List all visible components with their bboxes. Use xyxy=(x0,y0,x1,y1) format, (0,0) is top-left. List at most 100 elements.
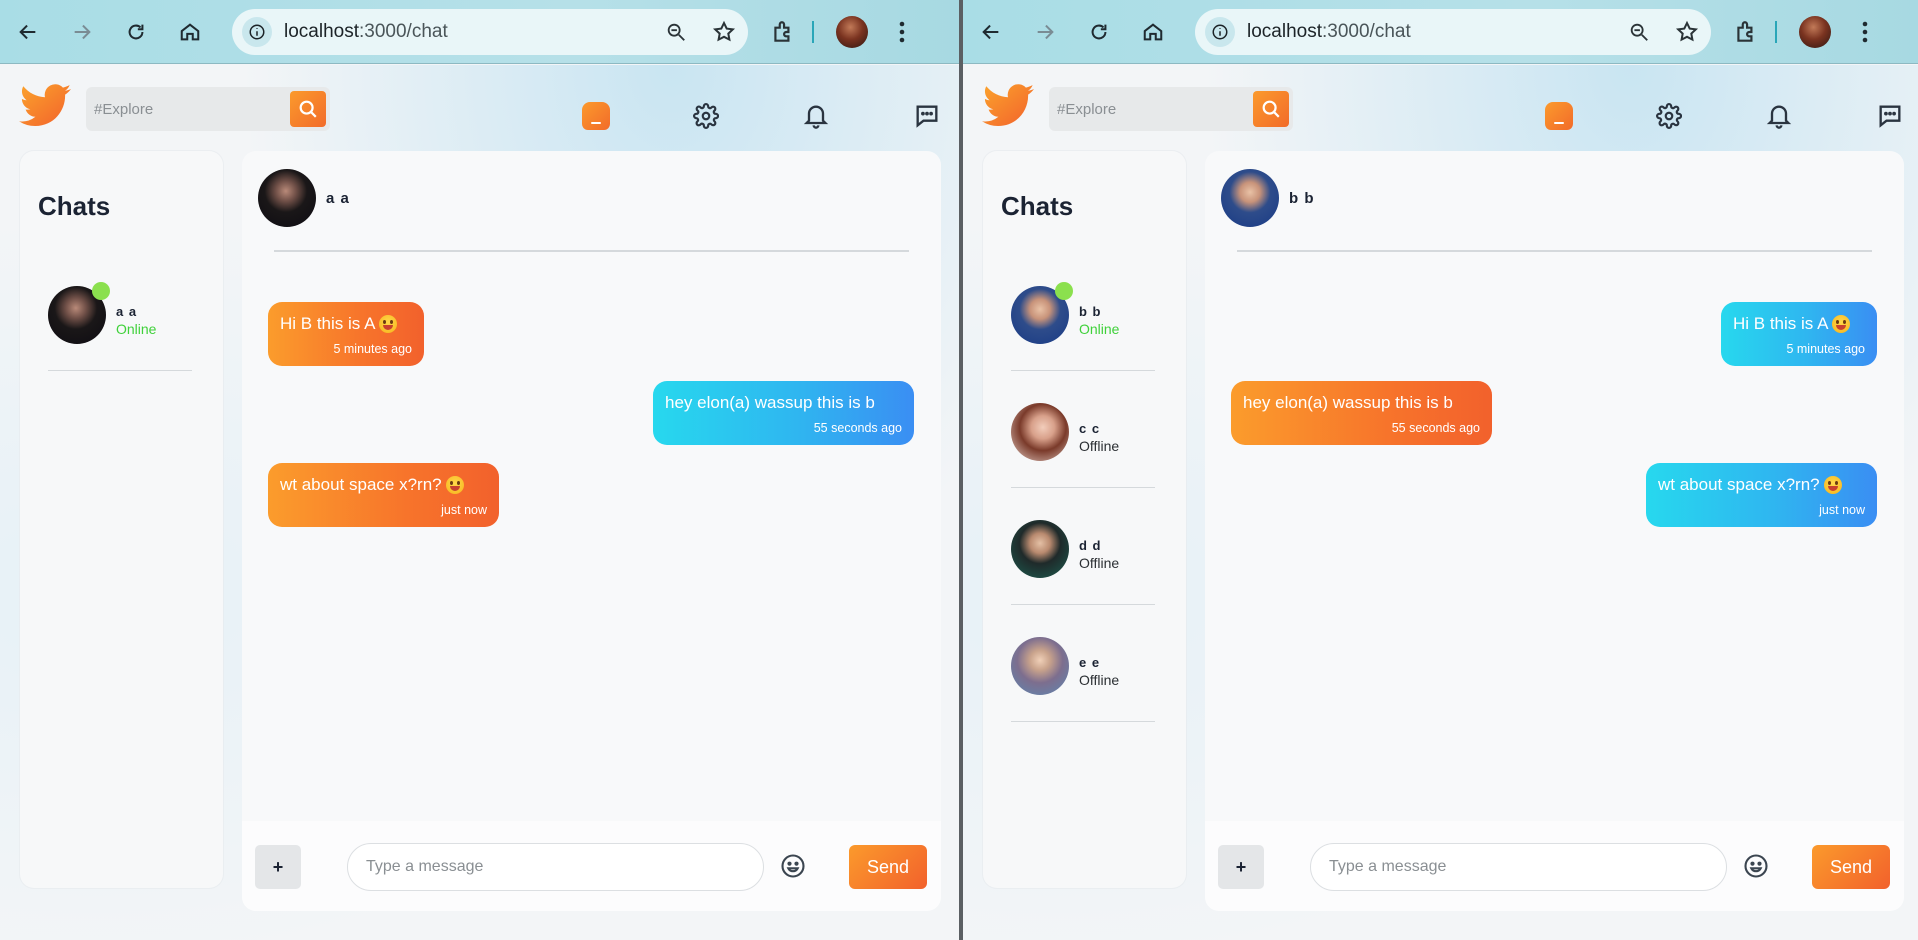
contact-item-a[interactable]: a a Online xyxy=(48,254,192,371)
grinning-emoji-icon xyxy=(445,476,464,494)
avatar xyxy=(1011,637,1069,695)
home-nav-icon[interactable] xyxy=(1543,100,1575,132)
contact-status: Offline xyxy=(1079,438,1120,454)
online-indicator xyxy=(92,282,110,300)
message-time: 55 seconds ago xyxy=(813,421,902,435)
twitter-logo-icon[interactable] xyxy=(981,83,1035,131)
search-button[interactable] xyxy=(290,91,326,127)
grinning-emoji-icon xyxy=(379,315,398,333)
extensions-icon[interactable] xyxy=(1731,17,1761,47)
toolbar-separator xyxy=(1775,20,1777,43)
contact-name: c c xyxy=(1079,421,1101,436)
header-divider xyxy=(274,250,909,252)
explore-search[interactable]: #Explore xyxy=(86,87,330,131)
site-info-icon[interactable] xyxy=(1205,16,1235,47)
grinning-emoji-icon xyxy=(1823,476,1842,494)
message-input[interactable]: Type a message xyxy=(347,843,764,891)
extensions-icon[interactable] xyxy=(768,17,798,47)
messages-icon[interactable] xyxy=(1874,100,1906,132)
browser-menu-icon[interactable] xyxy=(1855,21,1875,43)
message-bubble: wt about space x?rn? just now xyxy=(1646,463,1877,527)
address-bar[interactable]: localhost:3000/chat xyxy=(232,8,748,55)
back-icon[interactable] xyxy=(10,14,46,50)
message-bubble: Hi B this is A 5 minutes ago xyxy=(1721,302,1877,366)
screen: localhost:3000/chat #Explore Chats a a O… xyxy=(0,0,1918,940)
profile-avatar[interactable] xyxy=(1799,15,1831,48)
message-bubble: hey elon(a) wassup this is b 55 seconds … xyxy=(653,381,914,445)
chat-header-name: a a xyxy=(326,190,350,207)
home-icon[interactable] xyxy=(172,14,208,50)
chat-app: #Explore Chats a a Online a a Hi B this … xyxy=(0,65,959,940)
message-bubble: wt about space x?rn? just now xyxy=(268,463,499,527)
url-text[interactable]: localhost:3000/chat xyxy=(1247,21,1605,43)
twitter-logo-icon[interactable] xyxy=(18,83,72,131)
forward-icon[interactable] xyxy=(64,14,100,50)
chats-sidebar: Chats b b Online c c Offline d d Offline xyxy=(983,151,1186,888)
message-input[interactable]: Type a message xyxy=(1310,843,1727,891)
browser-window-left: localhost:3000/chat #Explore Chats a a O… xyxy=(0,0,959,940)
message-time: just now xyxy=(1819,503,1865,517)
zoom-icon[interactable] xyxy=(662,18,690,46)
send-button[interactable]: Send xyxy=(1812,845,1890,889)
contact-item-c[interactable]: c c Offline xyxy=(1011,371,1155,488)
app-topbar: #Explore xyxy=(963,65,1918,151)
explore-search[interactable]: #Explore xyxy=(1049,87,1293,131)
avatar xyxy=(1011,403,1069,461)
search-placeholder[interactable]: #Explore xyxy=(86,101,290,118)
bookmark-star-icon[interactable] xyxy=(710,18,738,46)
message-text: Hi B this is A xyxy=(280,314,376,333)
chat-panel: a a Hi B this is A 5 minutes ago hey elo… xyxy=(242,151,941,911)
settings-gear-icon[interactable] xyxy=(1653,100,1685,132)
emoji-picker-icon[interactable] xyxy=(778,851,808,881)
attach-button[interactable]: + xyxy=(255,845,301,889)
contact-name: b b xyxy=(1079,304,1102,319)
app-topbar: #Explore xyxy=(0,65,959,151)
bookmark-star-icon[interactable] xyxy=(1673,18,1701,46)
notification-bell-icon[interactable] xyxy=(800,100,832,132)
online-indicator xyxy=(1055,282,1073,300)
message-time: 5 minutes ago xyxy=(1786,342,1865,356)
search-button[interactable] xyxy=(1253,91,1289,127)
contact-status: Offline xyxy=(1079,555,1120,571)
search-placeholder[interactable]: #Explore xyxy=(1049,101,1253,118)
sidebar-title: Chats xyxy=(38,191,111,221)
messages-icon[interactable] xyxy=(911,100,943,132)
chat-app: #Explore Chats b b Online c c Offline d … xyxy=(963,65,1918,940)
grinning-emoji-icon xyxy=(1832,315,1851,333)
message-bubble: Hi B this is A 5 minutes ago xyxy=(268,302,424,366)
browser-menu-icon[interactable] xyxy=(892,21,912,43)
home-nav-icon[interactable] xyxy=(580,100,612,132)
zoom-icon[interactable] xyxy=(1625,18,1653,46)
forward-icon[interactable] xyxy=(1027,14,1063,50)
message-composer: + Type a message Send xyxy=(242,821,941,911)
contact-name: a a xyxy=(116,304,138,319)
contact-item-d[interactable]: d d Offline xyxy=(1011,488,1155,605)
reload-icon[interactable] xyxy=(118,14,154,50)
send-button[interactable]: Send xyxy=(849,845,927,889)
contact-name: d d xyxy=(1079,538,1102,553)
site-info-icon[interactable] xyxy=(242,16,272,47)
settings-gear-icon[interactable] xyxy=(690,100,722,132)
sidebar-title: Chats xyxy=(1001,191,1074,221)
contact-status: Online xyxy=(116,321,157,337)
address-bar[interactable]: localhost:3000/chat xyxy=(1195,8,1711,55)
back-icon[interactable] xyxy=(973,14,1009,50)
chats-sidebar: Chats a a Online xyxy=(20,151,223,888)
url-text[interactable]: localhost:3000/chat xyxy=(284,21,642,43)
message-text: wt about space x?rn? xyxy=(1658,475,1820,494)
chat-header-avatar xyxy=(1221,169,1279,227)
contact-item-e[interactable]: e e Offline xyxy=(1011,605,1155,722)
message-time: just now xyxy=(441,503,487,517)
contact-item-b[interactable]: b b Online xyxy=(1011,254,1155,371)
home-icon[interactable] xyxy=(1135,14,1171,50)
contact-status: Online xyxy=(1079,321,1120,337)
browser-toolbar: localhost:3000/chat xyxy=(963,0,1918,64)
emoji-picker-icon[interactable] xyxy=(1741,851,1771,881)
contact-name: e e xyxy=(1079,655,1101,670)
reload-icon[interactable] xyxy=(1081,14,1117,50)
browser-window-right: localhost:3000/chat #Explore Chats b b O… xyxy=(959,0,1918,940)
profile-avatar[interactable] xyxy=(836,15,868,48)
contact-status: Offline xyxy=(1079,672,1120,688)
attach-button[interactable]: + xyxy=(1218,845,1264,889)
notification-bell-icon[interactable] xyxy=(1763,100,1795,132)
